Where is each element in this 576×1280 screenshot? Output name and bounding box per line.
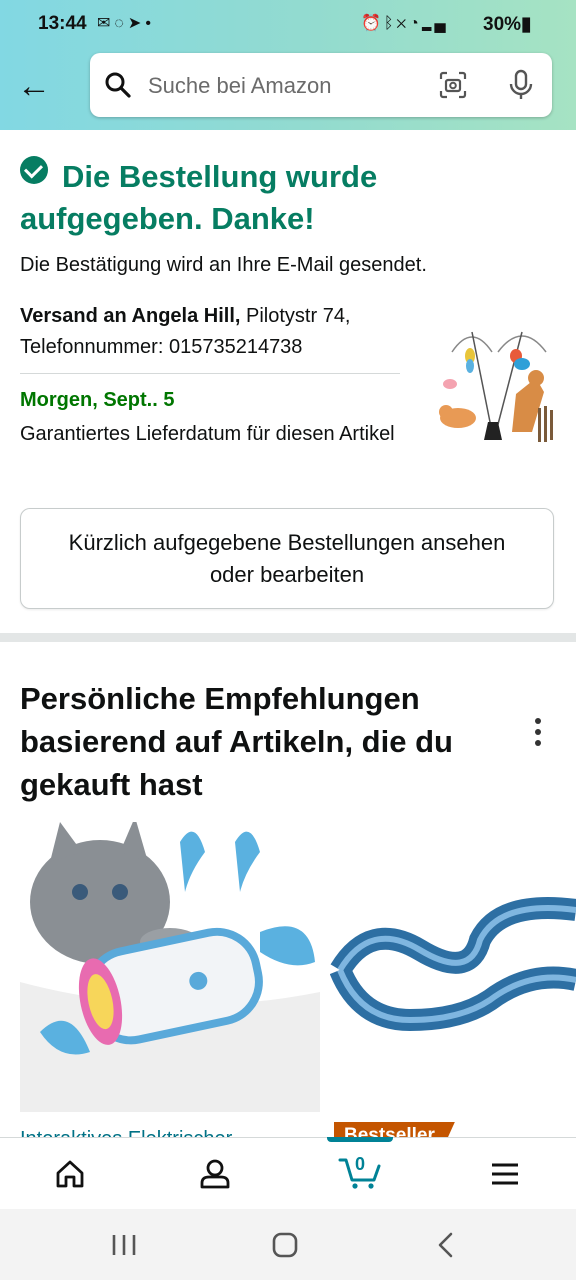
back-nav-icon[interactable] bbox=[426, 1225, 466, 1265]
section-separator bbox=[0, 633, 576, 642]
recommended-product-image-cat-track[interactable] bbox=[330, 880, 576, 1060]
menu-icon bbox=[492, 1163, 518, 1185]
telegram-icon: ➤ bbox=[127, 15, 146, 32]
shipping-label: Versand an Angela Hill, bbox=[20, 305, 241, 327]
search-input[interactable] bbox=[146, 67, 420, 105]
email-confirmation-note: Die Bestätigung wird an Ihre E-Mail gese… bbox=[20, 254, 427, 276]
app-header: 13:44 ✉◌➤• ⏰ᛒ✕◔▂▄ 30%▮ ← bbox=[0, 0, 576, 130]
confirmation-title-text: Die Bestellung wurde aufgegeben. Danke! bbox=[20, 159, 378, 236]
nav-home[interactable] bbox=[25, 1138, 115, 1210]
nav-menu[interactable] bbox=[460, 1138, 550, 1210]
battery-level: 30%▮ bbox=[483, 13, 532, 36]
home-icon bbox=[56, 1160, 84, 1188]
search-bar[interactable] bbox=[90, 53, 552, 117]
mute-icon: ✕ bbox=[396, 15, 410, 32]
divider bbox=[20, 373, 400, 374]
arrow-left-icon: ← bbox=[17, 67, 51, 105]
dot-icon: • bbox=[145, 15, 155, 32]
status-time: 13:44 bbox=[38, 13, 87, 34]
notification-icons: ✉◌➤• bbox=[97, 13, 155, 33]
system-icons: ⏰ᛒ✕◔▂▄ bbox=[361, 13, 449, 33]
cart-count: 0 bbox=[355, 1154, 366, 1174]
wifi-icon: ◔ bbox=[409, 15, 422, 32]
bestseller-badge: Bestseller bbox=[334, 1122, 455, 1138]
bottom-navigation bbox=[0, 1137, 576, 1210]
check-circle-icon bbox=[20, 156, 48, 184]
delivery-guarantee-note: Garantiertes Lieferdatum für diesen Arti… bbox=[20, 423, 395, 445]
shipping-info: Versand an Angela Hill, Pilotystr 74, Te… bbox=[20, 301, 420, 363]
home-button-icon[interactable] bbox=[265, 1225, 305, 1265]
camera-scan-icon[interactable] bbox=[438, 70, 468, 100]
recommended-product-image-cat-toy[interactable] bbox=[20, 822, 320, 1112]
account-icon bbox=[200, 1159, 230, 1189]
battery-icon: ▮ bbox=[521, 14, 532, 35]
active-tab-indicator bbox=[327, 1137, 393, 1142]
ordered-product-image[interactable] bbox=[432, 322, 556, 450]
signal-icon: ▂▄ bbox=[421, 15, 449, 32]
order-confirmation-title: Die Bestellung wurde aufgegeben. Danke! bbox=[20, 156, 440, 240]
view-recent-orders-button[interactable]: Kürzlich aufgegebene Bestellungen ansehe… bbox=[20, 508, 554, 609]
search-icon bbox=[105, 72, 131, 98]
recent-apps-icon[interactable] bbox=[104, 1225, 144, 1265]
status-bar: 13:44 ✉◌➤• ⏰ᛒ✕◔▂▄ 30%▮ bbox=[0, 0, 576, 48]
alarm-icon: ⏰ bbox=[361, 15, 384, 32]
recommendations-title: Persönliche Empfehlungen basierend auf A… bbox=[20, 681, 453, 802]
delivery-date: Morgen, Sept.. 5 bbox=[20, 389, 175, 411]
more-options-icon[interactable] bbox=[528, 718, 548, 754]
ebay-icon: ◌ bbox=[114, 15, 128, 32]
bluetooth-icon: ᛒ bbox=[383, 15, 397, 32]
back-button[interactable]: ← bbox=[14, 66, 54, 106]
message-icon: ✉ bbox=[97, 15, 115, 32]
system-navigation-bar bbox=[0, 1209, 576, 1280]
nav-account[interactable] bbox=[170, 1138, 260, 1210]
microphone-icon[interactable] bbox=[506, 69, 536, 101]
battery-percent: 30% bbox=[483, 14, 522, 35]
